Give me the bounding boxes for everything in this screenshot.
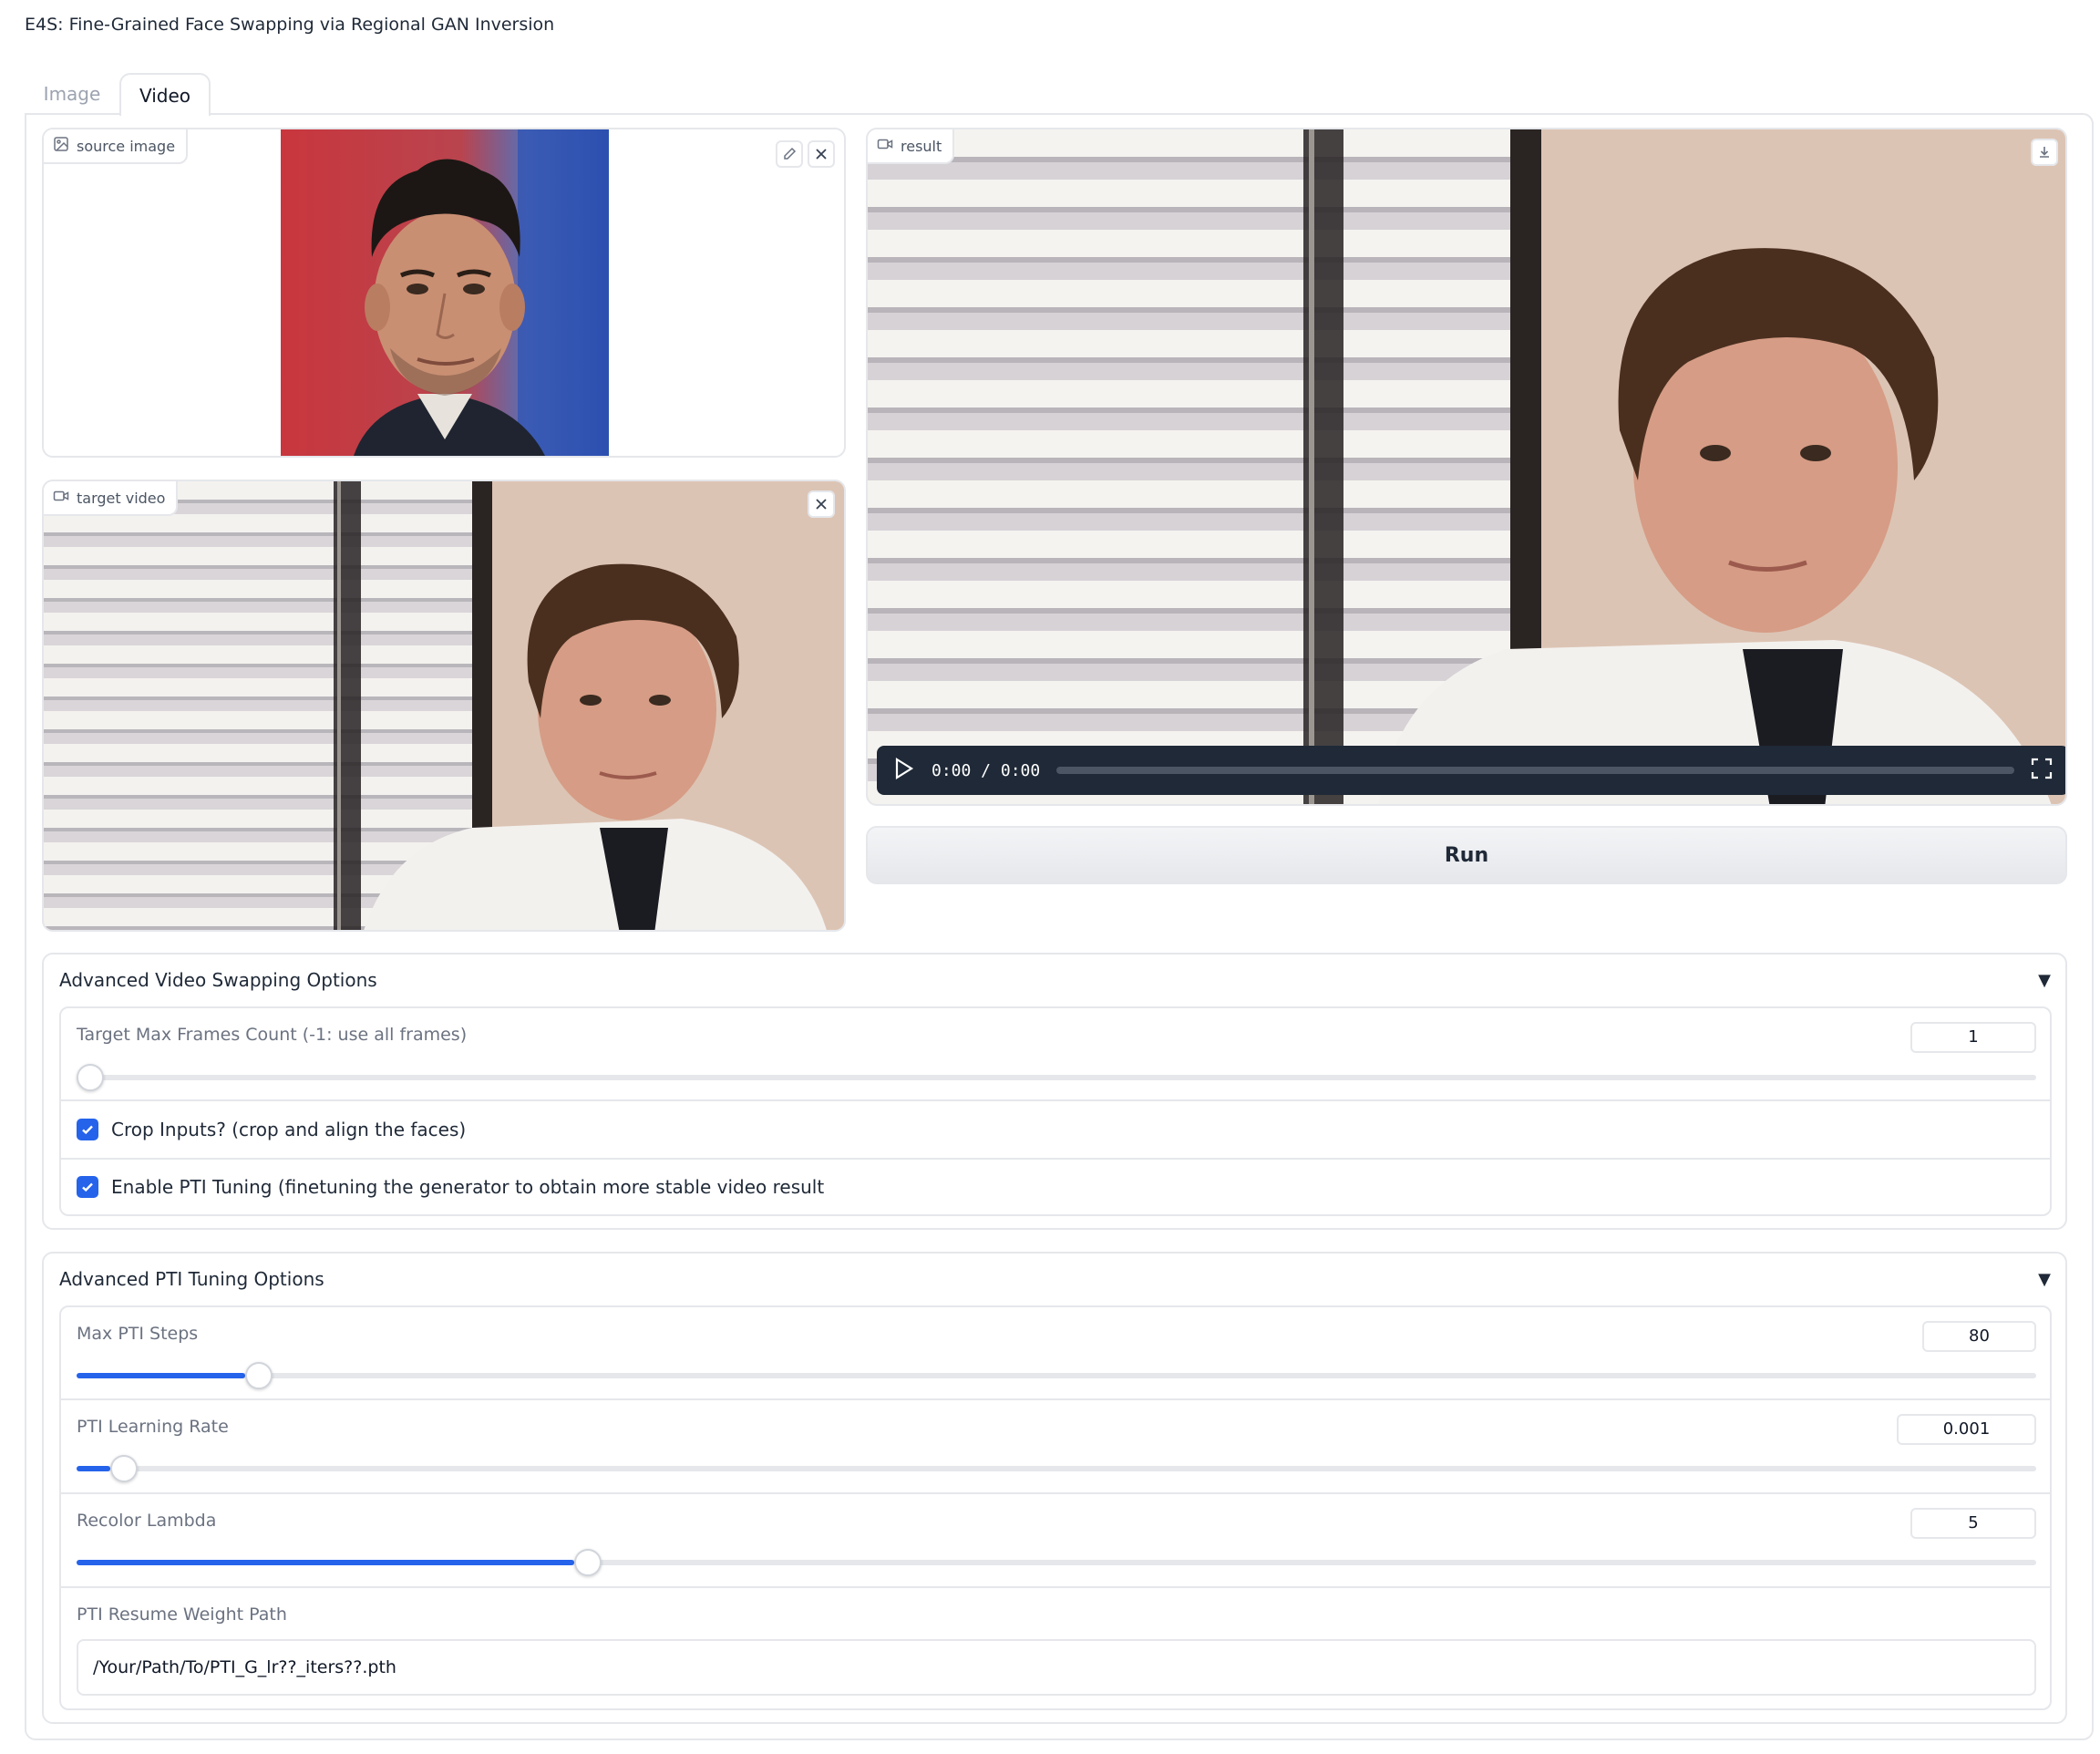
download-icon[interactable] — [2031, 139, 2058, 166]
pti-tuning-checkbox-row[interactable]: Enable PTI Tuning (finetuning the genera… — [77, 1176, 824, 1198]
edit-icon[interactable] — [776, 140, 803, 168]
close-icon[interactable] — [808, 490, 835, 518]
max-frames-row: Target Max Frames Count (-1: use all fra… — [61, 1008, 2050, 1101]
crop-inputs-row: Crop Inputs? (crop and align the faces) — [61, 1101, 2050, 1160]
pti-tuning-checkbox[interactable] — [77, 1176, 98, 1198]
source-face-image — [281, 129, 609, 456]
slider-thumb[interactable] — [77, 1064, 104, 1091]
crop-inputs-checkbox-row[interactable]: Crop Inputs? (crop and align the faces) — [77, 1119, 466, 1140]
learning-rate-row: PTI Learning Rate 0.001 — [61, 1400, 2050, 1494]
video-options-title[interactable]: Advanced Video Swapping Options — [59, 969, 377, 991]
slider-thumb[interactable] — [244, 1362, 273, 1389]
pti-options-body: Max PTI Steps 80 PTI Learning Rate 0.001… — [59, 1305, 2052, 1710]
close-icon[interactable] — [808, 140, 835, 168]
play-icon[interactable] — [893, 757, 915, 784]
recolor-lambda-label: Recolor Lambda — [77, 1511, 217, 1531]
max-frames-label: Target Max Frames Count (-1: use all fra… — [77, 1025, 468, 1045]
result-video-frame — [868, 129, 2065, 804]
tab-bar: Image Video — [25, 73, 2081, 116]
target-video-label: target video — [44, 481, 179, 516]
max-frames-slider[interactable] — [77, 1064, 2036, 1091]
video-camera-icon — [877, 136, 893, 156]
pti-tuning-label: Enable PTI Tuning (finetuning the genera… — [111, 1176, 825, 1198]
video-options-body: Target Max Frames Count (-1: use all fra… — [59, 1006, 2052, 1216]
resume-path-row: PTI Resume Weight Path /Your/Path/To/PTI… — [61, 1588, 2050, 1708]
video-controls: 0:00 / 0:00 — [877, 746, 2065, 795]
slider-thumb[interactable] — [109, 1455, 138, 1482]
collapse-arrow-icon[interactable]: ▼ — [2038, 1270, 2051, 1289]
pti-options-title[interactable]: Advanced PTI Tuning Options — [59, 1268, 324, 1290]
source-image-label: source image — [44, 129, 189, 164]
result-label: result — [868, 129, 955, 164]
slider-fill — [77, 1560, 575, 1565]
learning-rate-slider[interactable] — [77, 1455, 2036, 1482]
image-icon — [53, 136, 69, 156]
slider-thumb[interactable] — [574, 1549, 602, 1576]
time-display: 0:00 / 0:00 — [932, 760, 1041, 780]
collapse-arrow-icon[interactable]: ▼ — [2038, 971, 2051, 990]
resume-path-label: PTI Resume Weight Path — [77, 1604, 287, 1625]
learning-rate-input[interactable]: 0.001 — [1897, 1414, 2036, 1445]
recolor-lambda-slider[interactable] — [77, 1549, 2036, 1576]
recolor-lambda-row: Recolor Lambda 5 — [61, 1494, 2050, 1588]
pti-tuning-row: Enable PTI Tuning (finetuning the genera… — [61, 1160, 2050, 1214]
target-video-label-text: target video — [77, 489, 166, 507]
video-progress-track[interactable] — [1056, 767, 2014, 774]
pti-options-accordion: Advanced PTI Tuning Options ▼ Max PTI St… — [42, 1252, 2067, 1724]
source-image-label-text: source image — [77, 137, 176, 155]
tab-video[interactable]: Video — [119, 73, 211, 116]
crop-inputs-checkbox[interactable] — [77, 1119, 98, 1140]
source-image-block[interactable]: source image — [42, 128, 846, 458]
crop-inputs-label: Crop Inputs? (crop and align the faces) — [111, 1119, 467, 1140]
video-options-accordion: Advanced Video Swapping Options ▼ Target… — [42, 953, 2067, 1230]
result-video-block[interactable]: result 0:00 / 0:00 — [866, 128, 2067, 806]
recolor-lambda-input[interactable]: 5 — [1910, 1508, 2036, 1539]
max-steps-row: Max PTI Steps 80 — [61, 1307, 2050, 1400]
resume-path-input[interactable]: /Your/Path/To/PTI_G_lr??_iters??.pth — [77, 1639, 2036, 1696]
video-camera-icon — [53, 488, 69, 508]
result-label-text: result — [901, 137, 942, 155]
app-title: E4S: Fine-Grained Face Swapping via Regi… — [25, 15, 555, 35]
target-video-frame — [44, 481, 844, 930]
tab-image[interactable]: Image — [25, 73, 119, 116]
max-steps-input[interactable]: 80 — [1922, 1321, 2036, 1352]
max-steps-slider[interactable] — [77, 1362, 2036, 1389]
run-button[interactable]: Run — [866, 826, 2067, 884]
target-video-block[interactable]: target video — [42, 480, 846, 932]
max-steps-label: Max PTI Steps — [77, 1324, 199, 1344]
slider-fill — [77, 1373, 245, 1378]
learning-rate-label: PTI Learning Rate — [77, 1417, 229, 1437]
max-frames-input[interactable]: 1 — [1910, 1022, 2036, 1053]
slider-fill — [77, 1466, 110, 1471]
fullscreen-icon[interactable] — [2031, 758, 2053, 783]
